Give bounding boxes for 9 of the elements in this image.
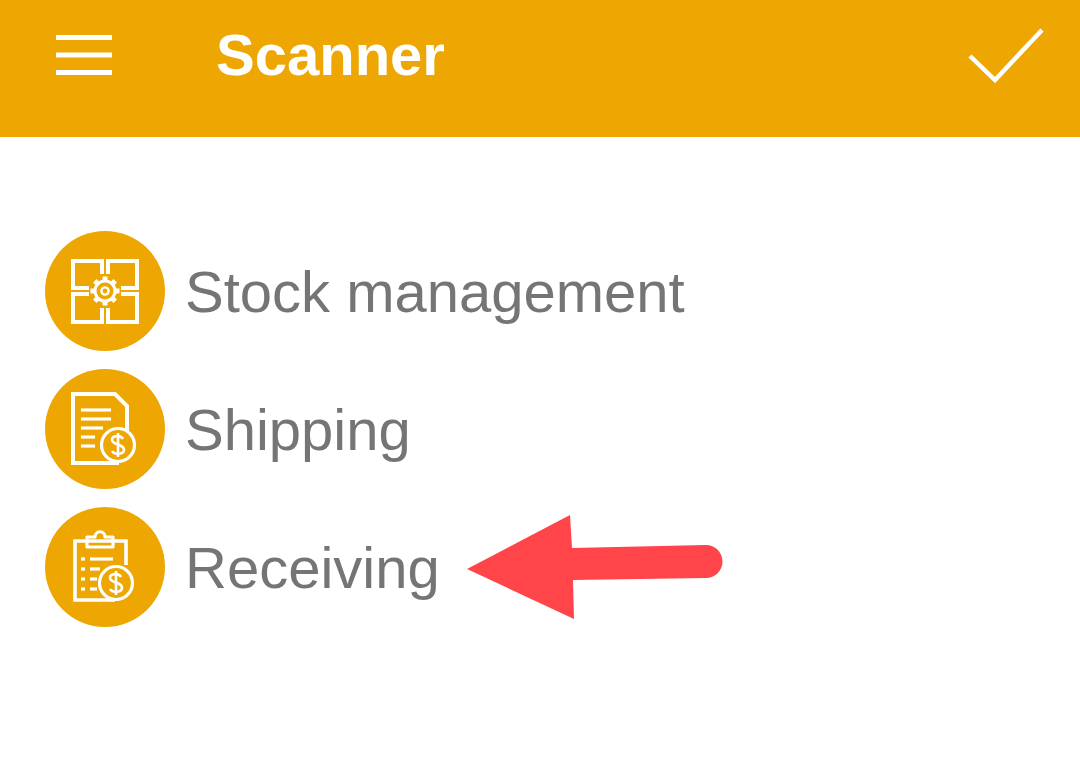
list-item[interactable]: Receiving: [45, 507, 440, 627]
checkmark-icon[interactable]: [968, 26, 1044, 83]
app-title: Scanner: [216, 25, 445, 84]
clipboard-coin-icon: [45, 507, 165, 627]
list-item[interactable]: Stock management: [45, 231, 685, 351]
list-item[interactable]: Shipping: [45, 369, 411, 489]
gear-frame-icon: [45, 231, 165, 351]
menu-icon[interactable]: [56, 34, 112, 75]
document-coin-icon: [45, 369, 165, 489]
